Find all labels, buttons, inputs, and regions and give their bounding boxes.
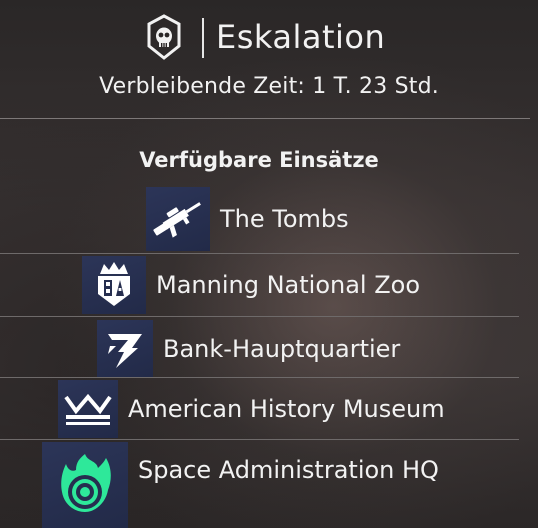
mission-label: American History Museum xyxy=(128,395,445,423)
skull-shield-icon xyxy=(146,14,182,60)
row-divider xyxy=(0,316,519,317)
mission-item-bank-hauptquartier[interactable]: Bank-Hauptquartier xyxy=(97,320,400,377)
rifle-icon xyxy=(146,187,210,251)
mission-label: Manning National Zoo xyxy=(156,271,421,299)
header: Eskalation Verbleibende Zeit: 1 T. 23 St… xyxy=(0,0,538,118)
crowned-shield-icon xyxy=(82,256,146,314)
crown-icon xyxy=(58,380,118,438)
mission-item-american-history-museum[interactable]: American History Museum xyxy=(58,380,445,438)
mission-label: Space Administration HQ xyxy=(138,456,439,484)
mission-item-space-administration-hq[interactable]: Space Administration HQ xyxy=(42,442,439,528)
lightning-emblem-icon xyxy=(97,320,153,377)
page-title: Eskalation xyxy=(216,18,386,56)
available-missions-heading: Verfügbare Einsätze xyxy=(139,148,379,172)
mission-label: The Tombs xyxy=(220,205,349,233)
title-divider xyxy=(202,18,204,58)
header-divider xyxy=(0,118,530,119)
row-divider xyxy=(0,253,519,254)
mission-item-the-tombs[interactable]: The Tombs xyxy=(146,187,349,251)
row-divider xyxy=(0,377,519,378)
remaining-time-text: Verbleibende Zeit: 1 T. 23 Std. xyxy=(99,74,439,99)
row-divider xyxy=(0,439,519,440)
mission-label: Bank-Hauptquartier xyxy=(163,334,401,363)
green-flame-target-icon xyxy=(42,442,128,528)
mission-item-manning-national-zoo[interactable]: Manning National Zoo xyxy=(82,256,420,314)
